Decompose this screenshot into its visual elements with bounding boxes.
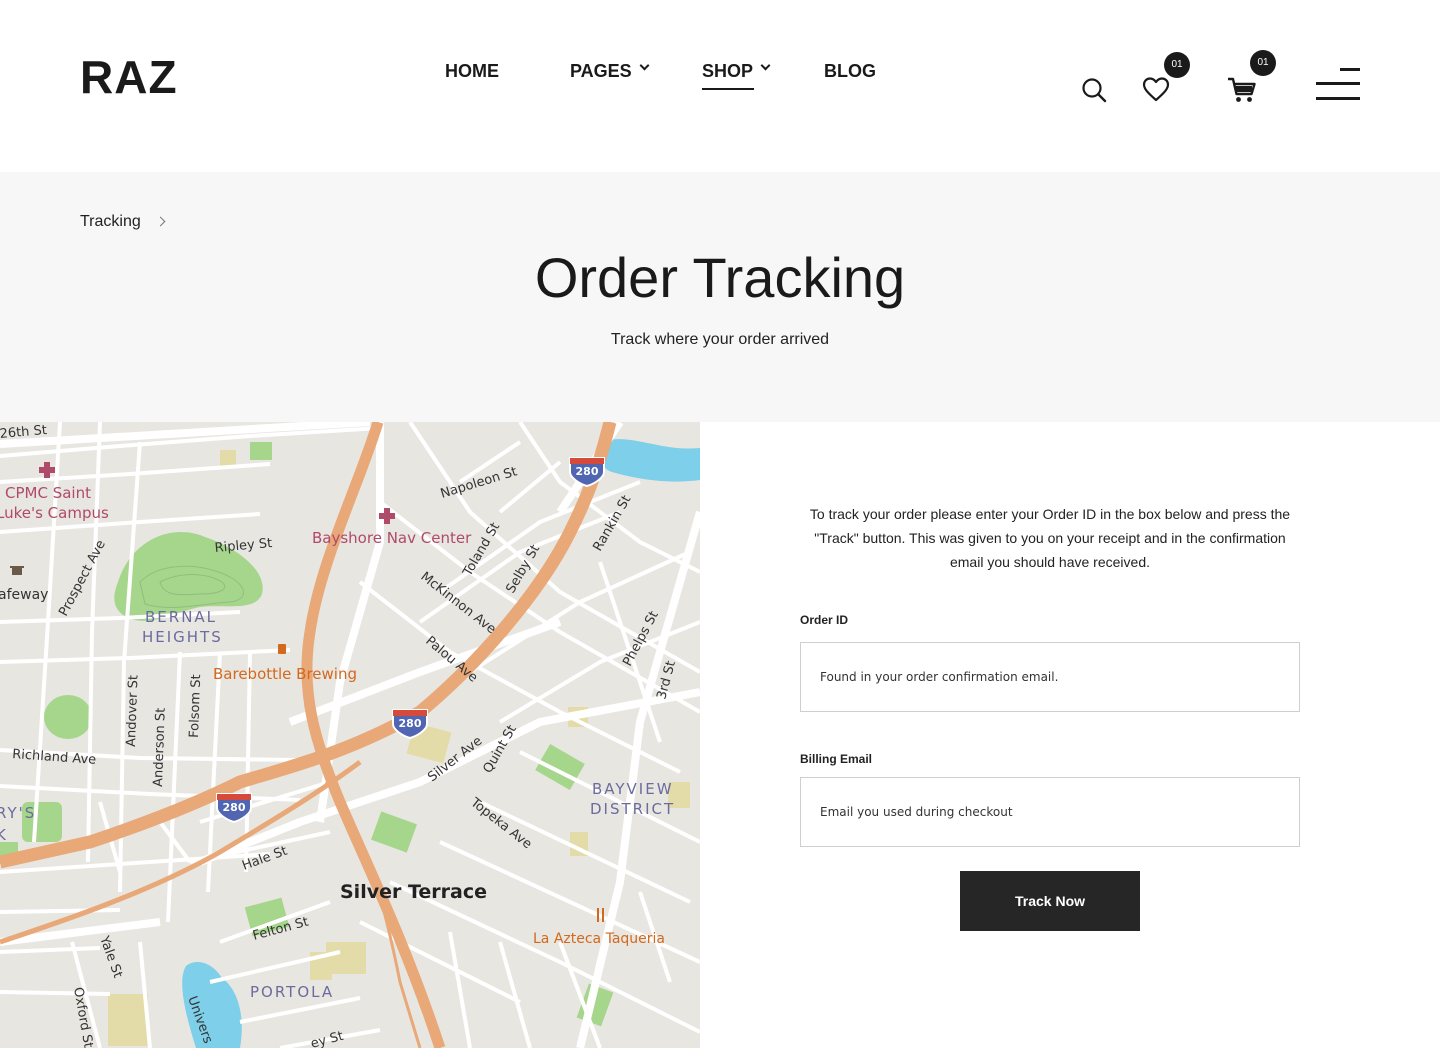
search-button[interactable] [1080,76,1108,104]
menu-button[interactable] [1316,68,1360,102]
chevron-down-icon [639,60,650,71]
billing-email-input[interactable] [800,777,1300,847]
search-icon [1082,78,1107,103]
street-label: Anderson St [151,707,169,787]
heart-icon [1142,77,1170,102]
chevron-right-icon [155,216,166,227]
site-header: RAZ HOME PAGES SHOP BLOG 01 01 [0,0,1440,172]
menu-icon-bar [1316,97,1360,100]
shield-label: 280 [576,465,599,478]
nav-shop-label: SHOP [702,61,754,81]
area-label: BERNAL [145,608,217,626]
cart-button[interactable] [1227,76,1257,104]
area-label: BAYVIEW [592,780,674,798]
nav-home-label: HOME [445,61,499,81]
cart-icon [1228,77,1256,102]
area-label: RY'S [0,804,36,822]
neighborhood-label: Silver Terrace [340,881,487,903]
nav-shop[interactable]: SHOP [702,60,771,90]
shield-label: 280 [223,801,246,814]
nav-home[interactable]: HOME [445,60,499,82]
poi-label: afeway [0,587,48,603]
poi-label: La Azteca Taqueria [533,931,665,947]
area-label: DISTRICT [590,800,675,818]
nav-pages[interactable]: PAGES [570,60,650,82]
track-now-button[interactable]: Track Now [960,871,1140,931]
breadcrumb[interactable]: Tracking [80,213,141,231]
billing-email-label: Billing Email [800,752,873,766]
order-id-label: Order ID [800,613,849,627]
chevron-down-icon [760,60,771,71]
nav-pages-label: PAGES [570,61,632,81]
wishlist-count-badge: 01 [1164,52,1190,78]
poi-label: Barebottle Brewing [213,665,357,683]
area-label: PORTOLA [250,983,334,1001]
shop-icon [10,566,24,575]
site-logo[interactable]: RAZ [80,52,178,102]
beer-icon [278,644,286,654]
page-title: Order Tracking [534,246,906,309]
street-label: Folsom St [187,674,204,738]
nav-blog[interactable]: BLOG [824,60,876,82]
map-view[interactable]: 280 280 280 26th St CPMC Saint Luke's Ca… [0,422,700,1048]
order-id-input[interactable] [800,642,1300,712]
page-banner: Tracking Order Tracking Track where your… [0,172,1440,422]
map-canvas: 280 280 280 26th St CPMC Saint Luke's Ca… [0,422,700,1048]
poi-label: Bayshore Nav Center [312,529,472,547]
wishlist-button[interactable] [1142,76,1170,104]
tracking-form: To track your order please enter your Or… [700,422,1440,1048]
poi-label: Luke's Campus [0,504,109,522]
poi-label: CPMC Saint [5,484,91,502]
street-label: Andover St [124,675,141,747]
nav-blog-label: BLOG [824,61,876,81]
tracking-instructions: To track your order please enter your Or… [809,506,1291,570]
menu-icon-bar [1340,68,1360,71]
page-subtitle: Track where your order arrived [610,331,830,348]
area-label: HEIGHTS [142,628,223,646]
menu-icon-bar [1316,82,1360,85]
shield-label: 280 [399,717,422,730]
cart-count-badge: 01 [1250,50,1276,76]
area-label: K [0,826,8,844]
